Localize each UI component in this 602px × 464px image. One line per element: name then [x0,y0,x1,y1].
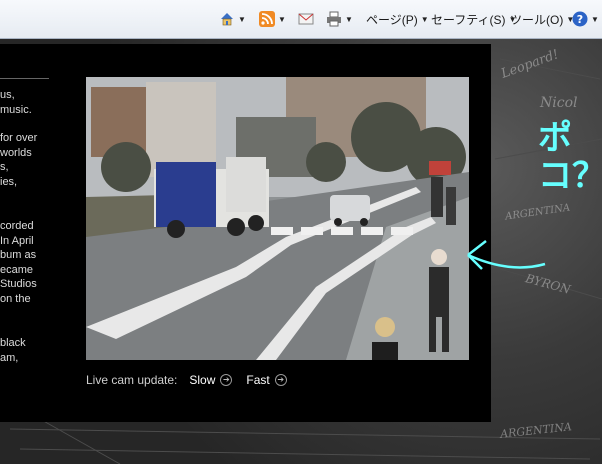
page-menu[interactable]: ページ(P) ▼ [366,8,429,30]
annotation-text: ポコ？ [538,118,602,196]
article-text: us, music. for over worlds s, ies, corde… [0,88,50,365]
article-line: bum as [0,249,37,261]
help-button[interactable]: ? ▼ [572,8,599,30]
live-webcam-image [86,77,469,360]
home-button[interactable]: ▼ [219,8,246,30]
chevron-down-icon: ▼ [420,14,429,24]
arrow-right-icon: ➔ [274,374,287,386]
article-line: ies, [0,175,18,188]
feeds-button[interactable]: ▼ [259,8,286,30]
printer-icon [326,11,342,27]
article-line: ecame [0,263,34,276]
fast-update-link[interactable]: Fast ➔ [246,373,287,387]
fast-link-label: Fast [246,373,270,387]
annotation-arrow [467,240,546,270]
article-line: In April [0,234,34,247]
safety-menu[interactable]: セーフティ(S) ▼ [431,8,516,30]
chevron-down-icon[interactable]: ▼ [278,15,286,24]
read-mail-button[interactable] [298,8,314,30]
webcam-caption: Live cam update: Slow ➔ Fast ➔ [86,373,287,387]
safety-menu-label: セーフティ(S) [431,12,506,27]
tools-menu[interactable]: ツール(O) ▼ [510,8,574,30]
slow-link-label: Slow [189,373,216,387]
content-panel: us, music. for over worlds s, ies, corde… [0,44,491,422]
article-line: us, [0,89,15,101]
tools-menu-label: ツール(O) [510,12,564,27]
article-line: on the [0,292,31,305]
chevron-down-icon: ▼ [591,14,599,24]
wall-graffiti-text: Nicol [540,95,578,111]
article-line: black [0,337,26,349]
article-line: am, [0,351,19,364]
slow-update-link[interactable]: Slow ➔ [189,373,233,387]
article-line: for over [0,132,38,144]
article-line: worlds [0,146,32,159]
article-line: corded [0,220,34,232]
web-page: Nicol Leopard! ARGENTINA BYRON ARGENTINA… [0,39,602,464]
page-menu-label: ページ(P) [366,12,418,27]
rss-icon [259,11,275,27]
svg-text:?: ? [577,13,583,26]
arrow-right-icon: ➔ [220,374,233,386]
live-cam-update-label: Live cam update: [86,373,178,387]
mail-icon [298,11,314,27]
home-icon [219,11,235,27]
article-line: s, [0,161,9,173]
print-button[interactable]: ▼ [326,8,353,30]
chevron-down-icon[interactable]: ▼ [238,15,246,24]
divider [0,78,49,79]
article-line: music. [0,103,32,116]
chevron-down-icon[interactable]: ▼ [345,15,353,24]
annotation-label: ポコ？ [538,118,602,196]
article-line: Studios [0,278,37,290]
help-icon: ? [572,11,588,27]
browser-command-bar: ▼ ▼ ▼ ページ(P) ▼ セーフティ(S) ▼ ツール(O) ▼ ? ▼ [0,0,602,39]
